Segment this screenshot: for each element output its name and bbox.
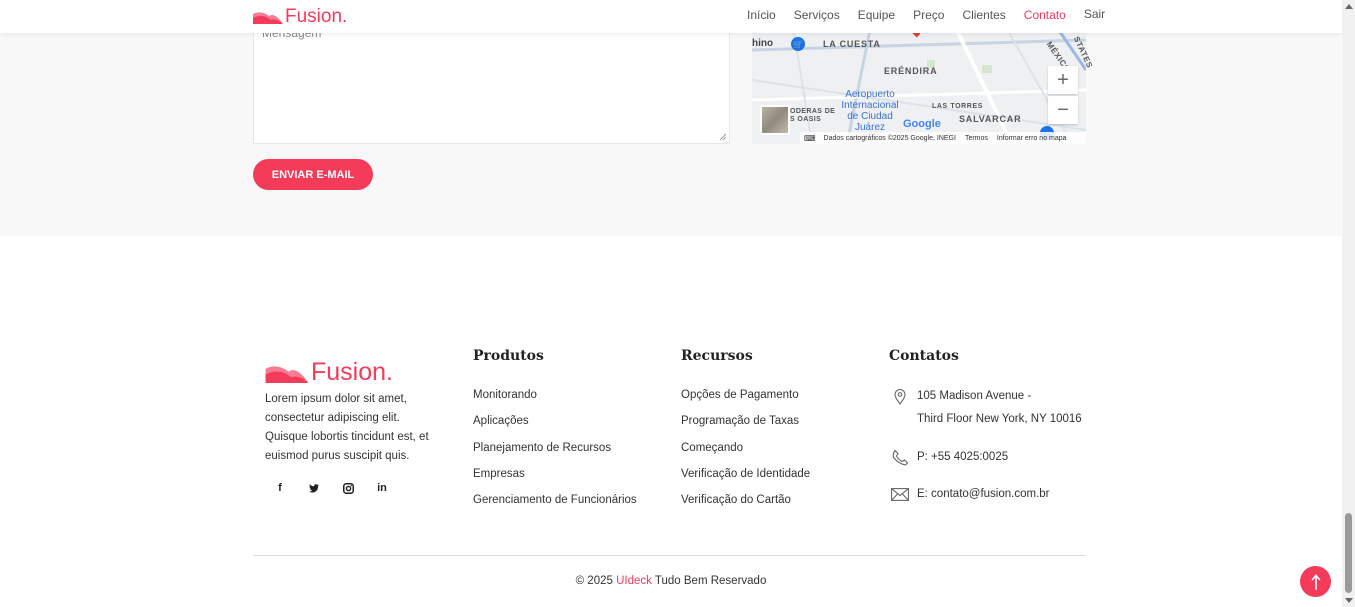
- map-label-oasis: ODERAS DE S OASIS: [790, 108, 836, 123]
- map-label-la-cuesta: LA CUESTA: [823, 39, 881, 49]
- location-pin-icon: [890, 389, 910, 405]
- copyright-prefix: © 2025: [575, 575, 613, 587]
- produtos-link-monitorando[interactable]: Monitorando: [473, 388, 637, 414]
- nav-contato[interactable]: Contato: [1024, 8, 1066, 22]
- recursos-link-identidade[interactable]: Verificação de Identidade: [681, 467, 810, 493]
- main-nav: Início Serviços Equipe Preço Clientes Co…: [747, 7, 1123, 22]
- map-label-salvarcar: SALVARCAR: [959, 114, 1022, 124]
- map-label-hino: hino: [752, 38, 774, 49]
- footer-divider: [253, 555, 1086, 556]
- contact-email: E: contato@fusion.com.br: [890, 488, 1050, 504]
- scroll-up-arrow-icon[interactable]: [1345, 4, 1353, 9]
- map-zoom-out-button[interactable]: −: [1048, 96, 1078, 124]
- address-line-1: 105 Madison Avenue -: [917, 390, 1032, 402]
- page-scrollbar[interactable]: [1342, 0, 1355, 607]
- arrow-up-icon: [1311, 573, 1320, 590]
- nav-sair[interactable]: Sair: [1084, 7, 1105, 21]
- produtos-link-empresas[interactable]: Empresas: [473, 467, 637, 493]
- phone-icon: [890, 449, 910, 466]
- twitter-icon[interactable]: [307, 481, 321, 495]
- recursos-link-cartao[interactable]: Verificação do Cartão: [681, 493, 810, 519]
- copyright-brand-link[interactable]: UIdeck: [616, 575, 652, 587]
- map-label-erendira: ERÉNDIRA: [884, 66, 938, 76]
- copyright-suffix: Tudo Bem Reservado: [654, 575, 767, 587]
- instagram-icon[interactable]: [341, 481, 355, 495]
- recursos-link-taxas[interactable]: Programação de Taxas: [681, 414, 810, 440]
- nav-servicos[interactable]: Serviços: [794, 8, 840, 22]
- send-email-button[interactable]: ENVIAR E-MAIL: [253, 159, 373, 190]
- contact-address: 105 Madison Avenue - Third Floor New Yor…: [890, 389, 1082, 431]
- produtos-title: Produtos: [473, 348, 544, 364]
- nav-preco[interactable]: Preço: [913, 8, 944, 22]
- phone-text: P: +55 4025:0025: [917, 451, 1009, 463]
- map-google-logo: Google: [903, 118, 941, 130]
- map-report-link[interactable]: Informar erro no mapa: [997, 135, 1067, 142]
- map-shop-pin-icon[interactable]: 🛒: [791, 37, 805, 51]
- nav-equipe[interactable]: Equipe: [858, 8, 895, 22]
- envelope-icon: [890, 488, 910, 504]
- contact-phone: P: +55 4025:0025: [890, 449, 1009, 466]
- map-footer-bar: ⌨ Dados cartográficos ©2025 Google, INEG…: [800, 132, 1086, 144]
- map-satellite-toggle[interactable]: [760, 105, 790, 135]
- footer-brand-wave-icon: [265, 365, 309, 383]
- nav-inicio[interactable]: Início: [747, 8, 776, 22]
- footer-brand-text: Fusion.: [311, 358, 393, 386]
- facebook-icon[interactable]: f: [273, 481, 287, 495]
- scroll-down-arrow-icon[interactable]: [1345, 598, 1353, 603]
- brand-wave-icon: [253, 12, 283, 24]
- produtos-list: Monitorando Aplicações Planejamento de R…: [473, 388, 637, 519]
- footer-logo[interactable]: Fusion.: [265, 358, 393, 387]
- map-zoom-in-button[interactable]: +: [1048, 66, 1078, 94]
- header-brand-text: Fusion.: [285, 6, 348, 27]
- keyboard-icon[interactable]: ⌨: [804, 134, 816, 143]
- resize-grip-icon[interactable]: [719, 133, 727, 141]
- map-label-airport: Aeropuerto Internacional de Ciudad Juáre…: [841, 89, 899, 133]
- top-header: Fusion. Início Serviços Equipe Preço Cli…: [0, 0, 1342, 33]
- recursos-list: Opções de Pagamento Programação de Taxas…: [681, 388, 810, 519]
- scrollbar-thumb[interactable]: [1345, 513, 1352, 593]
- map-attribution: Dados cartográficos ©2025 Google, INEGI: [823, 134, 956, 142]
- recursos-title: Recursos: [681, 348, 753, 364]
- map-terms-link[interactable]: Termos: [965, 135, 988, 142]
- map-label-las-torres: LAS TORRES: [932, 103, 983, 110]
- linkedin-icon[interactable]: in: [375, 481, 389, 495]
- back-to-top-button[interactable]: [1300, 566, 1331, 597]
- recursos-link-pagamento[interactable]: Opções de Pagamento: [681, 388, 810, 414]
- message-textarea[interactable]: Mensagem: [253, 20, 730, 144]
- copyright: © 2025 UIdeck Tudo Bem Reservado: [0, 575, 1342, 587]
- email-text[interactable]: E: contato@fusion.com.br: [917, 488, 1050, 500]
- contatos-title: Contatos: [889, 348, 959, 364]
- recursos-link-comecando[interactable]: Começando: [681, 441, 810, 467]
- nav-clientes[interactable]: Clientes: [962, 8, 1005, 22]
- produtos-link-aplicacoes[interactable]: Aplicações: [473, 414, 637, 440]
- produtos-link-gerenciamento[interactable]: Gerenciamento de Funcionários: [473, 493, 637, 519]
- address-line-2: Third Floor New York, NY 10016: [917, 413, 1082, 425]
- produtos-link-planejamento[interactable]: Planejamento de Recursos: [473, 441, 637, 467]
- footer-about-text: Lorem ipsum dolor sit amet, consectetur …: [265, 393, 429, 462]
- header-logo[interactable]: Fusion.: [253, 6, 347, 28]
